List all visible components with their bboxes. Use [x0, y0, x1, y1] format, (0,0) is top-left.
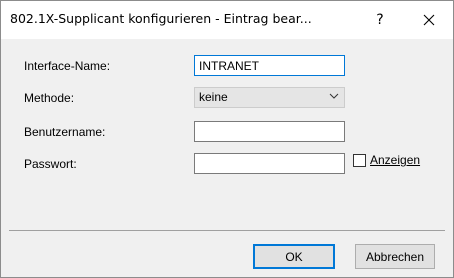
close-icon	[423, 14, 435, 26]
method-select[interactable]: keine	[194, 87, 345, 108]
dialog-window: 802.1X-Supplicant konfigurieren - Eintra…	[0, 0, 454, 278]
show-password-checkbox[interactable]	[353, 154, 366, 167]
username-label: Benutzername:	[24, 125, 106, 139]
interface-name-input[interactable]	[194, 55, 345, 76]
separator-line	[9, 230, 445, 231]
help-icon: ?	[376, 12, 384, 28]
password-label: Passwort:	[24, 157, 77, 171]
cancel-button[interactable]: Abbrechen	[355, 244, 435, 269]
close-button[interactable]	[407, 1, 451, 39]
show-password-label[interactable]: Anzeigen	[370, 153, 420, 167]
title-bar: 802.1X-Supplicant konfigurieren - Eintra…	[1, 1, 453, 39]
help-button[interactable]: ?	[358, 1, 402, 39]
interface-name-label: Interface-Name:	[24, 59, 111, 73]
password-input[interactable]	[194, 153, 345, 174]
window-title: 802.1X-Supplicant konfigurieren - Eintra…	[10, 11, 312, 26]
username-input[interactable]	[194, 121, 345, 142]
chevron-down-icon	[329, 93, 339, 99]
ok-button[interactable]: OK	[253, 244, 335, 269]
method-label: Methode:	[24, 91, 75, 105]
method-selected-value: keine	[199, 90, 228, 104]
show-password-text: Anzeigen	[370, 153, 421, 167]
